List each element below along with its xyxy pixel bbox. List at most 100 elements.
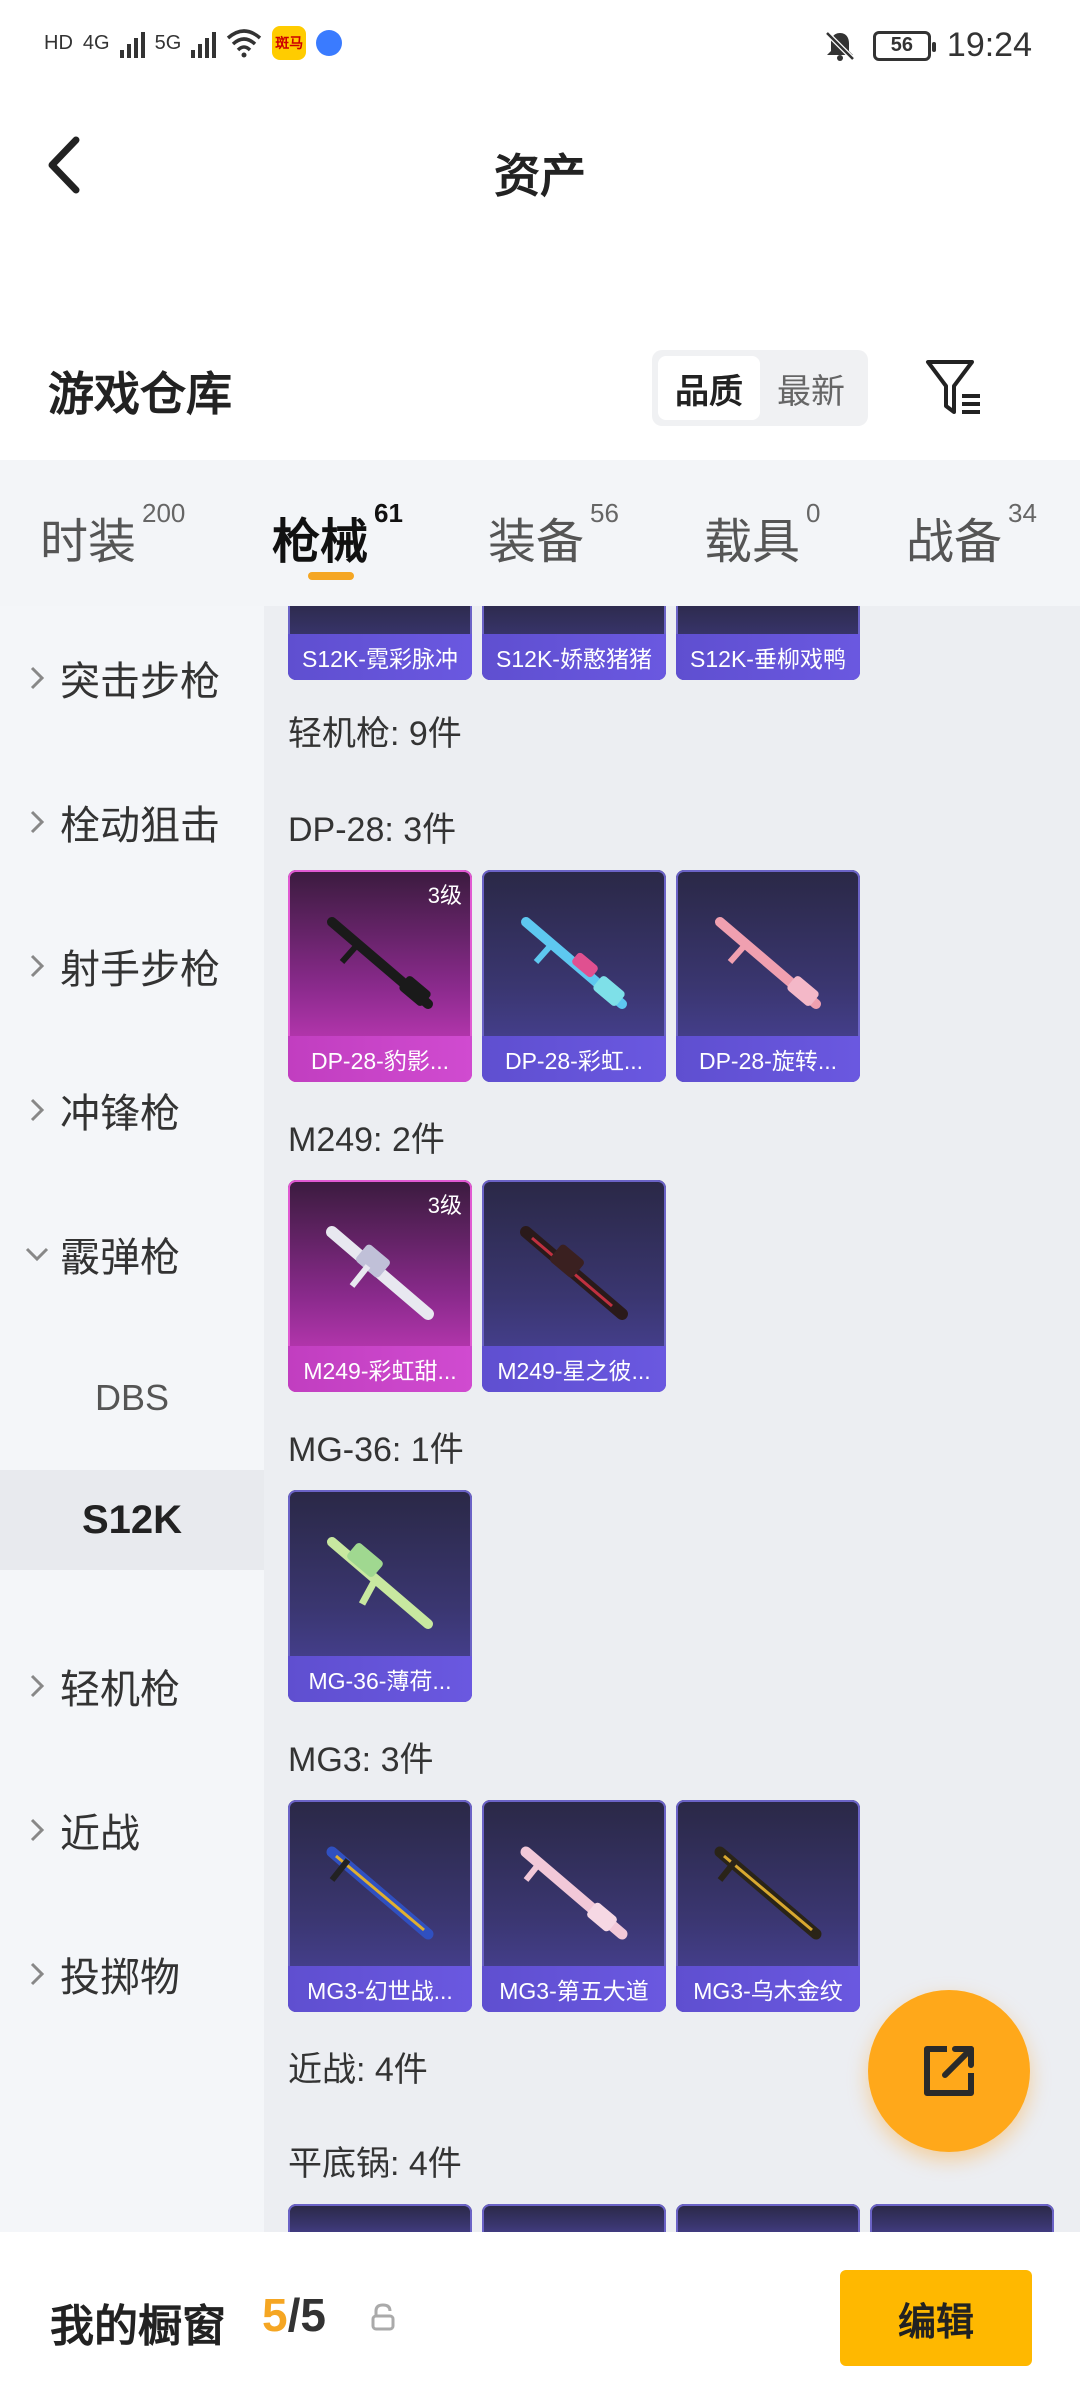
sidebar-item-label: 轻机枪	[60, 1668, 180, 1712]
sidebar-item-bolt-sniper[interactable]: 栓动狙击	[0, 750, 264, 894]
sidebar-item-marksman-rifle[interactable]: 射手步枪	[0, 894, 264, 1038]
wifi-icon	[227, 29, 262, 58]
tab-equipment[interactable]: 装备 56	[488, 460, 619, 606]
showcase-separator: /	[287, 2289, 301, 2341]
group-label: 平底锅: 4件	[288, 2145, 462, 2183]
sidebar-item-label: 突击步枪	[60, 660, 220, 704]
share-icon	[924, 2046, 974, 2096]
rifle-icon	[327, 1537, 433, 1629]
item-card[interactable]	[870, 2204, 1054, 2232]
tab-count: 200	[142, 498, 186, 528]
item-name: MG-36-薄荷...	[288, 1656, 472, 1702]
item-name: S12K-娇憨猪猪	[482, 634, 666, 680]
sidebar-item-label: 近战	[60, 1812, 140, 1856]
sidebar-item-label: 射手步枪	[60, 948, 220, 992]
sidebar-subitem-dbs[interactable]: DBS	[0, 1326, 264, 1470]
showcase-current: 5	[262, 2289, 288, 2341]
network-5g-label: 5G	[154, 31, 182, 54]
sidebar-item-shotgun[interactable]: 霰弹枪	[0, 1182, 264, 1326]
item-card[interactable]: 3级 DP-28-豹影...	[288, 870, 472, 1082]
chevron-right-icon	[22, 809, 52, 835]
signal-icon-2	[191, 28, 217, 58]
edit-button[interactable]: 编辑	[840, 2270, 1032, 2366]
hd-indicator: HD	[44, 31, 73, 54]
item-name: DP-28-旋转...	[676, 1036, 860, 1082]
item-name: MG3-幻世战...	[288, 1966, 472, 2012]
item-card[interactable]: DP-28-彩虹...	[482, 870, 666, 1082]
category-count-label: 轻机枪: 9件	[288, 715, 462, 753]
showcase-count: 5/5	[262, 2288, 326, 2342]
item-card[interactable]	[482, 2204, 666, 2232]
filter-button[interactable]	[922, 356, 986, 420]
status-right: 56 19:24	[823, 26, 1032, 65]
sidebar-item-assault-rifle[interactable]: 突击步枪	[0, 606, 264, 750]
item-card[interactable]: S12K-垂柳戏鸭	[676, 606, 860, 680]
sidebar-item-label: 冲锋枪	[60, 1092, 180, 1136]
item-card[interactable]: S12K-霓彩脉冲	[288, 606, 472, 680]
item-card[interactable]: MG3-第五大道	[482, 1800, 666, 2012]
chevron-right-icon	[22, 1817, 52, 1843]
sidebar-subitem-s12k[interactable]: S12K	[0, 1470, 264, 1570]
category-count-label: 近战: 4件	[288, 2051, 428, 2089]
sidebar-item-smg[interactable]: 冲锋枪	[0, 1038, 264, 1182]
sidebar-item-throwables[interactable]: 投掷物	[0, 1902, 264, 2046]
tab-vehicles[interactable]: 载具 0	[704, 460, 820, 606]
status-left: HD 4G 5G 斑马	[44, 26, 343, 60]
item-grid-area: S12K-霓彩脉冲 S12K-娇憨猪猪 S12K-垂柳戏鸭 轻机枪: 9件 DP…	[264, 606, 1080, 2232]
item-card[interactable]: M249-星之彼...	[482, 1180, 666, 1392]
sort-option-quality[interactable]: 品质	[658, 356, 760, 420]
tab-fashion[interactable]: 时装 200	[40, 460, 185, 606]
group-label: M249: 2件	[288, 1121, 445, 1159]
item-card[interactable]	[676, 2204, 860, 2232]
sidebar-item-lmg[interactable]: 轻机枪	[0, 1614, 264, 1758]
tab-count: 0	[806, 498, 821, 528]
item-name: M249-彩虹甜...	[288, 1346, 472, 1392]
showcase-title: 我的橱窗	[50, 2302, 226, 2351]
rifle-icon	[520, 1846, 628, 1940]
item-name: M249-星之彼...	[482, 1346, 666, 1392]
chevron-right-icon	[22, 953, 52, 979]
item-card[interactable]: DP-28-旋转...	[676, 870, 860, 1082]
chevron-right-icon	[22, 665, 52, 691]
header: 资产	[0, 100, 1080, 240]
sidebar-item-melee[interactable]: 近战	[0, 1758, 264, 1902]
item-card[interactable]: MG3-幻世战...	[288, 1800, 472, 2012]
filter-icon	[926, 360, 980, 414]
item-card[interactable]: MG-36-薄荷...	[288, 1490, 472, 1702]
share-fab-button[interactable]	[868, 1990, 1030, 2152]
tab-label: 载具	[704, 516, 801, 569]
item-card[interactable]: MG3-乌木金纹	[676, 1800, 860, 2012]
app-notification-icon: 斑马	[272, 26, 307, 60]
rifle-icon	[326, 1226, 434, 1320]
sidebar-subitem-label: S12K	[81, 1497, 183, 1542]
chevron-down-icon	[22, 1246, 52, 1262]
item-card[interactable]: 3级 M249-彩虹甜...	[288, 1180, 472, 1392]
network-4g-label: 4G	[82, 31, 110, 54]
rifle-icon	[521, 917, 627, 1009]
sort-option-newest[interactable]: 最新	[760, 356, 862, 420]
rifle-icon	[327, 917, 433, 1009]
signal-icon	[119, 28, 145, 58]
group-label: DP-28: 3件	[288, 811, 457, 849]
group-label: MG3: 3件	[288, 1741, 434, 1779]
lock-icon	[371, 2303, 395, 2331]
showcase-total: 5	[300, 2289, 326, 2341]
item-name: S12K-垂柳戏鸭	[676, 634, 860, 680]
mute-bell-icon	[825, 30, 855, 61]
active-tab-indicator	[308, 572, 354, 580]
rifle-icon	[520, 1226, 628, 1320]
rifle-icon	[715, 917, 821, 1009]
tab-count: 61	[374, 498, 403, 528]
chevron-right-icon	[22, 1097, 52, 1123]
sidebar-subitem-label: DBS	[94, 1377, 170, 1418]
tab-firearms[interactable]: 枪械 61	[272, 460, 403, 606]
chevron-right-icon	[22, 1673, 52, 1699]
tab-label: 装备	[488, 516, 585, 569]
tab-supplies[interactable]: 战备 34	[906, 460, 1037, 606]
status-bar: HD 4G 5G 斑马 56 19:24	[0, 0, 1080, 100]
rifle-icon	[326, 1846, 434, 1940]
item-name: MG3-第五大道	[482, 1966, 666, 2012]
tab-count: 56	[590, 498, 619, 528]
item-card[interactable]	[288, 2204, 472, 2232]
item-card[interactable]: S12K-娇憨猪猪	[482, 606, 666, 680]
